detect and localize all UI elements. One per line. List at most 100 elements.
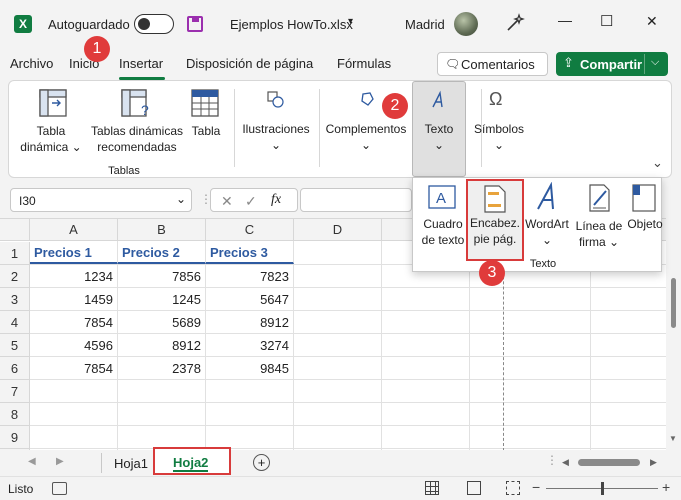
- symbols-button[interactable]: Símbolos ⌄: [469, 121, 529, 153]
- vertical-scroll-thumb[interactable]: [671, 278, 676, 328]
- column-header-a[interactable]: A: [30, 219, 118, 241]
- row-header[interactable]: 1: [0, 242, 30, 265]
- scroll-down-icon[interactable]: ▼: [669, 434, 677, 443]
- step-badge-3: 3: [479, 260, 505, 286]
- header-cell[interactable]: Precios 2: [118, 241, 206, 264]
- data-cell[interactable]: 7854: [30, 357, 118, 380]
- ribbon-separator: [234, 89, 235, 167]
- add-sheet-icon[interactable]: +: [253, 454, 270, 471]
- data-cell[interactable]: 7823: [206, 265, 294, 288]
- data-cell[interactable]: 7854: [30, 311, 118, 334]
- cancel-icon[interactable]: ✕: [221, 193, 233, 210]
- data-cell[interactable]: 7856: [118, 265, 206, 288]
- horizontal-scroll-thumb[interactable]: [578, 459, 640, 466]
- user-name: Madrid: [405, 17, 445, 32]
- pivot-table-button[interactable]: Tabla dinámica ⌄: [17, 123, 85, 155]
- designer-wand-icon[interactable]: [504, 12, 526, 34]
- pivot-table-label: Tabla: [36, 124, 66, 138]
- data-cell[interactable]: 1459: [30, 288, 118, 311]
- chevron-down-icon[interactable]: ⌵: [651, 56, 659, 69]
- zoom-slider-thumb[interactable]: [601, 482, 604, 495]
- tab-formulas[interactable]: Fórmulas: [337, 56, 391, 71]
- select-all-corner[interactable]: [0, 219, 30, 241]
- row-header[interactable]: 4: [0, 311, 30, 334]
- header-footer-label: Encabez.: [469, 216, 521, 230]
- signature-line-button[interactable]: Línea de firma ⌄: [573, 218, 625, 250]
- pivot-table-icon: [37, 87, 69, 119]
- hscroll-right-icon[interactable]: ▶: [650, 457, 657, 468]
- column-header-b[interactable]: B: [118, 219, 206, 241]
- scroll-right-icon[interactable]: ▶: [56, 456, 64, 467]
- comments-button[interactable]: 🗨 Comentarios: [437, 52, 548, 76]
- accessibility-icon[interactable]: [52, 482, 67, 495]
- tab-disposicion[interactable]: Disposición de página: [186, 56, 313, 71]
- tab-archivo[interactable]: Archivo: [10, 56, 53, 71]
- minimize-icon[interactable]: —: [558, 12, 572, 28]
- illustrations-button[interactable]: Ilustraciones ⌄: [239, 121, 313, 153]
- data-cell[interactable]: 4596: [30, 334, 118, 357]
- enter-icon[interactable]: ✓: [245, 193, 257, 210]
- tab-split-grip-icon[interactable]: ⋮: [546, 453, 558, 467]
- share-button[interactable]: ⇪ Compartir ⌵: [556, 52, 668, 76]
- tab-insertar[interactable]: Insertar: [119, 56, 163, 71]
- insert-function-icon[interactable]: fx: [271, 192, 281, 208]
- sheet-tab-hoja1[interactable]: Hoja1: [114, 456, 148, 471]
- data-cell[interactable]: 1245: [118, 288, 206, 311]
- close-icon[interactable]: ✕: [646, 13, 658, 30]
- row-header[interactable]: 6: [0, 357, 30, 380]
- row-header[interactable]: 7: [0, 380, 30, 403]
- row-header[interactable]: 5: [0, 334, 30, 357]
- data-cell[interactable]: 8912: [118, 334, 206, 357]
- text-box-label: Cuadro: [423, 217, 463, 231]
- row-header[interactable]: 9: [0, 426, 30, 449]
- table-button[interactable]: Tabla: [189, 123, 223, 139]
- ribbon-separator: [319, 89, 320, 167]
- column-header-d[interactable]: D: [294, 219, 382, 241]
- text-box-button[interactable]: Cuadro de texto: [415, 216, 471, 248]
- page-layout-icon[interactable]: [467, 481, 481, 495]
- autosave-toggle[interactable]: [134, 14, 174, 34]
- vertical-scrollbar[interactable]: ▼: [666, 218, 681, 450]
- header-footer-button[interactable]: Encabez. pie pág.: [466, 179, 524, 261]
- data-cell[interactable]: 3274: [206, 334, 294, 357]
- chevron-down-icon[interactable]: ⌄: [176, 192, 186, 206]
- data-cell[interactable]: 5647: [206, 288, 294, 311]
- wordart-button[interactable]: WordArt ⌄: [521, 216, 573, 248]
- recommended-pivot-button[interactable]: Tablas dinámicas recomendadas: [87, 123, 187, 155]
- maximize-icon[interactable]: ☐: [600, 12, 613, 30]
- page-break-view-icon[interactable]: [506, 481, 520, 495]
- avatar[interactable]: [454, 12, 478, 36]
- data-cell[interactable]: 1234: [30, 265, 118, 288]
- file-name[interactable]: Ejemplos HowTo.xlsx: [230, 17, 353, 32]
- text-button[interactable]: Texto ⌄: [412, 81, 466, 177]
- scroll-left-icon[interactable]: ◀: [28, 456, 36, 467]
- sheet-tab-hoja2-label: Hoja2: [173, 455, 209, 472]
- signature-line-label-2: firma: [578, 235, 606, 249]
- object-button[interactable]: Objeto: [625, 216, 665, 232]
- sheet-tab-hoja2[interactable]: Hoja2: [153, 447, 231, 475]
- chevron-down-icon[interactable]: ▾: [348, 16, 353, 27]
- zoom-in-icon[interactable]: +: [662, 479, 670, 495]
- data-cell[interactable]: 8912: [206, 311, 294, 334]
- name-box[interactable]: I30 ⌄: [10, 188, 192, 212]
- data-cell[interactable]: 9845: [206, 357, 294, 380]
- ribbon-collapse-icon[interactable]: ⌄: [652, 155, 663, 171]
- data-cell[interactable]: 2378: [118, 357, 206, 380]
- hscroll-left-icon[interactable]: ◀: [562, 457, 569, 468]
- zoom-out-icon[interactable]: −: [532, 479, 540, 495]
- row-header[interactable]: 8: [0, 403, 30, 426]
- data-cell[interactable]: 5689: [118, 311, 206, 334]
- object-icon: [631, 183, 657, 213]
- row-header[interactable]: 2: [0, 265, 30, 288]
- comments-label: Comentarios: [461, 57, 535, 72]
- normal-view-icon[interactable]: [425, 481, 439, 495]
- header-cell[interactable]: Precios 1: [30, 241, 118, 264]
- column-header-c[interactable]: C: [206, 219, 294, 241]
- row-header[interactable]: 3: [0, 288, 30, 311]
- formula-input[interactable]: [300, 188, 412, 212]
- header-cell[interactable]: Precios 3: [206, 241, 294, 264]
- addins-button[interactable]: Complementos ⌄: [323, 121, 409, 153]
- formula-controls: ✕ ✓ fx: [210, 188, 298, 212]
- text-a-icon: [429, 90, 449, 110]
- save-icon[interactable]: [187, 16, 203, 32]
